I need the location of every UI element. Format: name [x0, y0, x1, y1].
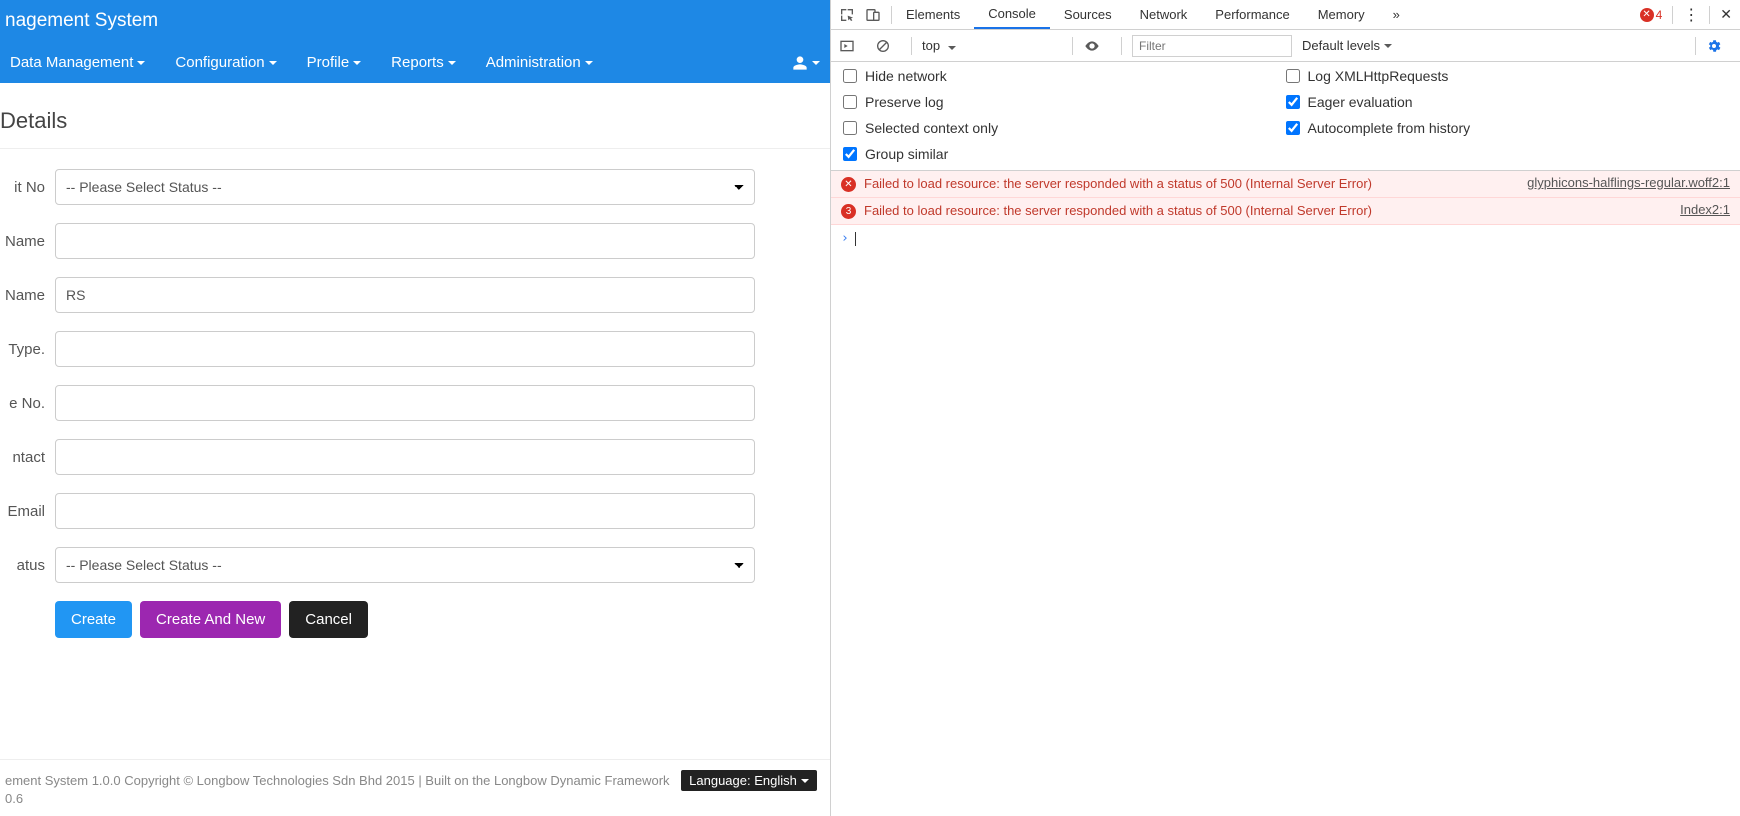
nav-configuration[interactable]: Configuration [175, 54, 276, 71]
field-label: Type. [0, 341, 55, 358]
nav-profile[interactable]: Profile [307, 54, 362, 71]
check-group-similar[interactable]: Group similar [843, 146, 1286, 162]
caret-down-icon [448, 61, 456, 65]
section-title: Details [0, 108, 830, 134]
contact-input[interactable] [55, 439, 755, 475]
tab-memory[interactable]: Memory [1304, 1, 1379, 28]
error-count-badge: 3 [841, 204, 856, 219]
field-label: ntact [0, 449, 55, 466]
create-button[interactable]: Create [55, 601, 132, 638]
error-badge-icon: ✕ [1640, 8, 1654, 22]
check-autocomplete[interactable]: Autocomplete from history [1286, 120, 1729, 136]
footer-text: ement System 1.0.0 Copyright © Longbow T… [5, 773, 670, 788]
email-input[interactable] [55, 493, 755, 529]
console-prompt[interactable]: › [831, 225, 1740, 252]
form-row: Type. [0, 331, 830, 367]
type-input[interactable] [55, 331, 755, 367]
no-input[interactable] [55, 385, 755, 421]
message-source-link[interactable]: Index2:1 [1680, 202, 1730, 217]
more-menu-icon[interactable]: ⋮ [1683, 5, 1699, 25]
form-row: ntact [0, 439, 830, 475]
field-label: Email [0, 503, 55, 520]
app-title: nagement System [0, 0, 830, 42]
divider [0, 148, 830, 149]
caret-down-icon [269, 61, 277, 65]
field-label: e No. [0, 395, 55, 412]
form-row: Name [0, 223, 830, 259]
field-label: Name [0, 233, 55, 250]
device-icon[interactable] [865, 7, 881, 23]
caret-down-icon [801, 779, 809, 783]
app-header: nagement System Data Management Configur… [0, 0, 830, 83]
tabs-more[interactable]: » [1379, 1, 1414, 28]
tab-elements[interactable]: Elements [892, 1, 974, 28]
cancel-button[interactable]: Cancel [289, 601, 368, 638]
close-devtools-icon[interactable]: ✕ [1720, 6, 1732, 23]
inspect-icon[interactable] [839, 7, 855, 23]
caret-down-icon [585, 61, 593, 65]
language-select[interactable]: Language: English [681, 770, 817, 791]
settings-gear-icon[interactable] [1706, 38, 1722, 54]
message-text: Failed to load resource: the server resp… [864, 175, 1517, 193]
console-toolbar: top Default levels [831, 30, 1740, 62]
check-selected-context[interactable]: Selected context only [843, 120, 1286, 136]
navbar: Data Management Configuration Profile Re… [0, 42, 830, 83]
form-row: Email [0, 493, 830, 529]
nav-data-management[interactable]: Data Management [10, 54, 145, 71]
caret-down-icon [353, 61, 361, 65]
form-row: atus -- Please Select Status -- [0, 547, 830, 583]
field-label: it No [0, 179, 55, 196]
footer: ement System 1.0.0 Copyright © Longbow T… [0, 759, 830, 816]
error-indicator[interactable]: ✕ 4 [1640, 8, 1663, 22]
levels-select[interactable]: Default levels [1302, 38, 1392, 53]
user-menu[interactable] [792, 55, 820, 71]
nav-reports[interactable]: Reports [391, 54, 456, 71]
nav-administration[interactable]: Administration [486, 54, 593, 71]
error-icon: ✕ [841, 177, 856, 192]
form-row: e No. [0, 385, 830, 421]
check-hide-network[interactable]: Hide network [843, 68, 1286, 84]
footer-version: 0.6 [5, 791, 23, 806]
button-row: Create Create And New Cancel [55, 601, 830, 638]
live-expression-icon[interactable] [1083, 38, 1101, 54]
field-label: atus [0, 557, 55, 574]
filter-input[interactable] [1132, 35, 1292, 57]
message-source-link[interactable]: glyphicons-halflings-regular.woff2:1 [1527, 175, 1730, 190]
tab-performance[interactable]: Performance [1201, 1, 1303, 28]
check-eager-eval[interactable]: Eager evaluation [1286, 94, 1729, 110]
name-input-1[interactable] [55, 223, 755, 259]
form-row: Name [0, 277, 830, 313]
error-count: 4 [1656, 8, 1663, 22]
console-output: ✕ Failed to load resource: the server re… [831, 171, 1740, 816]
app-panel: nagement System Data Management Configur… [0, 0, 830, 816]
content-area: Details it No -- Please Select Status --… [0, 83, 830, 759]
check-log-xhr[interactable]: Log XMLHttpRequests [1286, 68, 1729, 84]
create-and-new-button[interactable]: Create And New [140, 601, 281, 638]
unit-no-select[interactable]: -- Please Select Status -- [55, 169, 755, 205]
sidebar-toggle-icon[interactable] [839, 38, 855, 54]
message-text: Failed to load resource: the server resp… [864, 202, 1670, 220]
status-select[interactable]: -- Please Select Status -- [55, 547, 755, 583]
tab-console[interactable]: Console [974, 0, 1050, 29]
form-row: it No -- Please Select Status -- [0, 169, 830, 205]
user-icon [792, 55, 808, 71]
devtools-tabbar: Elements Console Sources Network Perform… [831, 0, 1740, 30]
devtools-panel: Elements Console Sources Network Perform… [830, 0, 1740, 816]
tab-sources[interactable]: Sources [1050, 1, 1126, 28]
context-select[interactable]: top [922, 38, 1062, 53]
field-label: Name [0, 287, 55, 304]
caret-down-icon [812, 61, 820, 65]
name-input-2[interactable] [55, 277, 755, 313]
console-settings: Hide network Preserve log Selected conte… [831, 62, 1740, 171]
console-message: ✕ Failed to load resource: the server re… [831, 171, 1740, 198]
tab-network[interactable]: Network [1126, 1, 1202, 28]
console-message: 3 Failed to load resource: the server re… [831, 198, 1740, 225]
check-preserve-log[interactable]: Preserve log [843, 94, 1286, 110]
caret-down-icon [137, 61, 145, 65]
clear-console-icon[interactable] [875, 38, 891, 54]
